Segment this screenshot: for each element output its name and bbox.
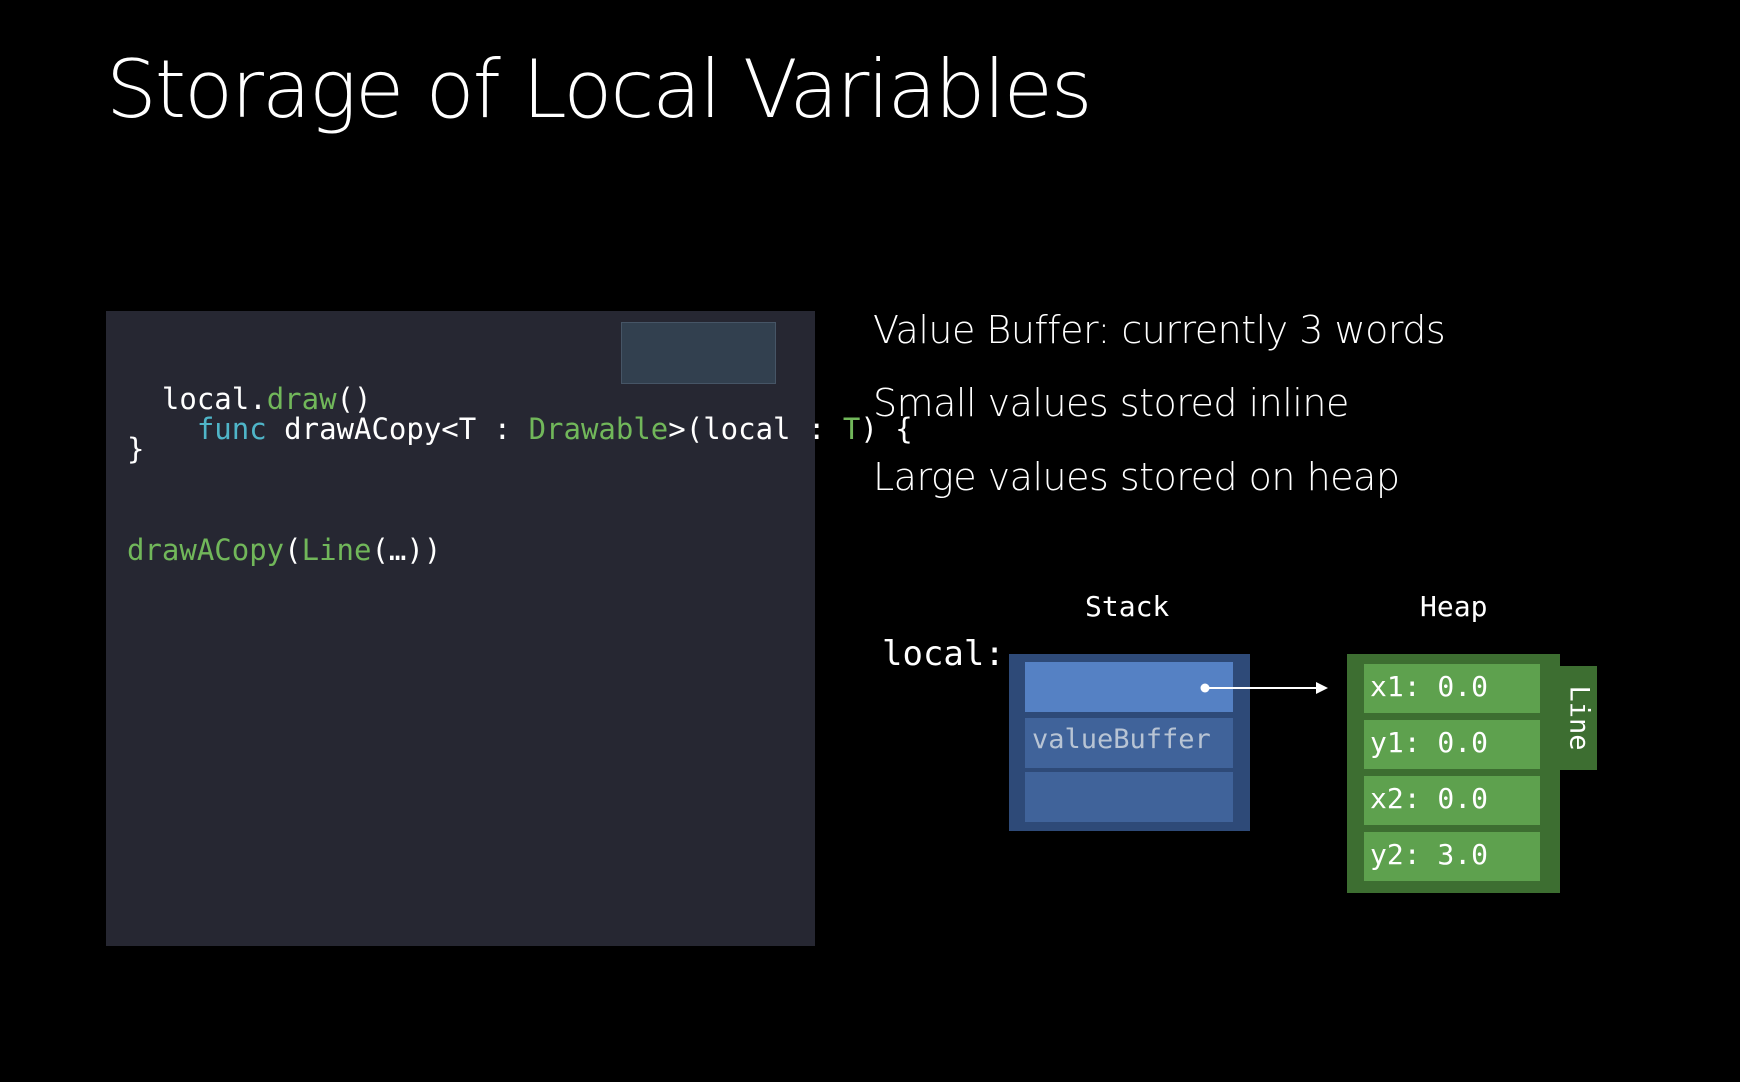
heap-field: x2: 0.0	[1364, 776, 1540, 825]
bullet-2: Small values stored inline	[873, 381, 1349, 425]
heap-field: y2: 3.0	[1364, 832, 1540, 881]
code-line-5: drawACopy(Line(…))	[127, 530, 441, 570]
heap-field-text: x2: 0.0	[1370, 782, 1489, 815]
value-buffer-word-2: valueBuffer	[1025, 718, 1233, 768]
code-panel: func drawACopy<T : Drawable>(local : T) …	[106, 311, 913, 946]
bullet-1: Value Buffer: currently 3 words	[873, 308, 1446, 352]
generic-close: >(	[668, 412, 704, 446]
heap-label: Heap	[1420, 590, 1488, 623]
call-parens: ()	[336, 382, 372, 416]
local-label: local:	[882, 634, 1005, 674]
bullet-3: Large values stored on heap	[873, 455, 1400, 499]
param-highlight	[621, 322, 776, 384]
call-func-name: drawACopy	[127, 533, 285, 567]
heap-field-text: y2: 3.0	[1370, 838, 1489, 871]
call-args: (…))	[371, 533, 442, 567]
value-buffer-label: valueBuffer	[1032, 724, 1211, 755]
param-type: T	[842, 412, 861, 446]
heap-field: x1: 0.0	[1364, 664, 1540, 713]
heap-field-text: y1: 0.0	[1370, 726, 1489, 759]
call-open: (	[284, 533, 302, 567]
heap-pointer-arrow	[1200, 682, 1328, 694]
protocol-name: Drawable	[528, 412, 669, 446]
receiver: local.	[161, 382, 267, 416]
code-line-3: }	[127, 432, 145, 466]
value-buffer-word-3	[1025, 772, 1233, 822]
stack-label: Stack	[1085, 590, 1170, 623]
line-type-tab: Line	[1560, 666, 1597, 770]
code-line-2: local.draw()	[127, 379, 372, 419]
slide-title: Storage of Local Variables	[106, 43, 1093, 136]
call-type: Line	[301, 533, 372, 567]
heap-field: y1: 0.0	[1364, 720, 1540, 769]
line-type-label: Line	[1563, 685, 1594, 751]
heap-frame: x1: 0.0 y1: 0.0 x2: 0.0 y2: 3.0	[1347, 654, 1560, 893]
param-name: local :	[703, 412, 843, 446]
heap-field-text: x1: 0.0	[1370, 670, 1489, 703]
method-name: draw	[266, 382, 337, 416]
